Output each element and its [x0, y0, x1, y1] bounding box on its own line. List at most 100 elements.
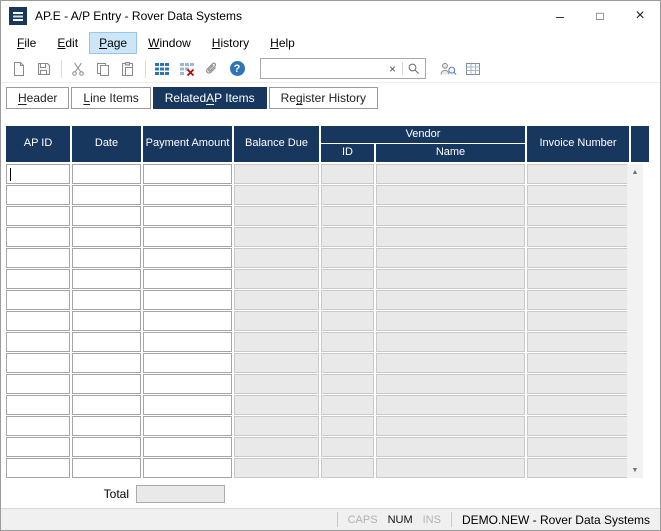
tab-strip: Header Line Items Related AP Items Regis… — [1, 85, 660, 109]
editable-cell[interactable] — [6, 248, 70, 268]
toolbar: ? × — [1, 55, 660, 83]
editable-cell[interactable] — [72, 290, 141, 310]
editable-cell[interactable] — [72, 374, 141, 394]
toolbar-separator — [61, 60, 62, 78]
editable-cell[interactable] — [72, 248, 141, 268]
editable-cell[interactable] — [6, 206, 70, 226]
editable-cell[interactable] — [72, 395, 141, 415]
editable-cell[interactable] — [143, 353, 232, 373]
col-header-balance-due: Balance Due — [234, 126, 319, 162]
editable-cell[interactable] — [6, 437, 70, 457]
editable-cell[interactable] — [143, 290, 232, 310]
editable-cell[interactable] — [143, 458, 232, 478]
total-field[interactable] — [136, 485, 225, 503]
table-row — [6, 353, 649, 373]
search-input[interactable] — [266, 61, 385, 77]
cut-icon[interactable] — [66, 58, 90, 80]
editable-cell[interactable] — [6, 227, 70, 247]
editable-cell[interactable] — [143, 248, 232, 268]
editable-cell[interactable] — [72, 353, 141, 373]
editable-cell[interactable] — [143, 395, 232, 415]
vertical-scrollbar[interactable]: ▲ ▼ — [627, 164, 643, 478]
scroll-down-icon[interactable]: ▼ — [627, 462, 643, 478]
menu-file[interactable]: File — [7, 32, 46, 54]
save-icon[interactable] — [32, 58, 56, 80]
new-document-icon[interactable] — [7, 58, 31, 80]
editable-cell[interactable] — [72, 437, 141, 457]
menu-window[interactable]: Window — [138, 32, 201, 54]
col-header-filler — [631, 126, 649, 162]
editable-cell[interactable] — [72, 332, 141, 352]
status-separator — [337, 512, 338, 527]
copy-icon[interactable] — [91, 58, 115, 80]
editable-cell[interactable] — [72, 206, 141, 226]
editable-cell[interactable] — [72, 164, 141, 184]
readonly-cell — [527, 353, 629, 373]
table-row — [6, 164, 649, 184]
editable-cell[interactable] — [143, 437, 232, 457]
tab-header[interactable]: Header — [6, 87, 69, 109]
menu-history[interactable]: History — [202, 32, 259, 54]
app-icon — [9, 7, 27, 25]
menu-edit[interactable]: Edit — [47, 32, 88, 54]
editable-cell[interactable] — [143, 332, 232, 352]
editable-cell[interactable] — [6, 185, 70, 205]
col-header-payment-amount: Payment Amount — [143, 126, 232, 162]
editable-cell[interactable] — [6, 416, 70, 436]
minimize-button[interactable]: – — [540, 1, 580, 31]
insert-row-icon[interactable] — [150, 58, 174, 80]
readonly-cell — [376, 164, 525, 184]
lookup-icon[interactable] — [436, 58, 460, 80]
grid-view-icon[interactable] — [461, 58, 485, 80]
delete-row-icon[interactable] — [175, 58, 199, 80]
editable-cell[interactable] — [72, 416, 141, 436]
menu-page[interactable]: Page — [89, 32, 137, 54]
editable-cell[interactable] — [6, 290, 70, 310]
close-button[interactable]: × — [620, 1, 660, 31]
col-header-ap-id: AP ID — [6, 126, 70, 162]
editable-cell[interactable] — [72, 311, 141, 331]
editable-cell[interactable] — [6, 269, 70, 289]
total-label: Total — [6, 487, 136, 501]
readonly-cell — [527, 248, 629, 268]
readonly-cell — [234, 164, 319, 184]
editable-cell[interactable] — [72, 227, 141, 247]
editable-cell[interactable] — [143, 185, 232, 205]
editable-cell[interactable] — [72, 458, 141, 478]
readonly-cell — [234, 248, 319, 268]
readonly-cell — [321, 248, 374, 268]
table-row — [6, 311, 649, 331]
editable-cell[interactable] — [72, 185, 141, 205]
paste-icon[interactable] — [116, 58, 140, 80]
editable-cell[interactable] — [143, 374, 232, 394]
tab-related-ap-items[interactable]: Related AP Items — [153, 87, 267, 109]
editable-cell[interactable] — [6, 311, 70, 331]
tab-line-items[interactable]: Line Items — [71, 87, 150, 109]
help-icon[interactable]: ? — [225, 58, 249, 80]
tab-register-history[interactable]: Register History — [269, 87, 378, 109]
editable-cell[interactable] — [143, 206, 232, 226]
search-icon[interactable] — [405, 62, 422, 75]
scroll-up-icon[interactable]: ▲ — [627, 164, 643, 180]
ins-indicator: INS — [423, 514, 441, 526]
readonly-cell — [527, 458, 629, 478]
editable-cell[interactable] — [143, 416, 232, 436]
editable-cell[interactable] — [143, 269, 232, 289]
editable-cell[interactable] — [143, 227, 232, 247]
editable-cell[interactable] — [143, 311, 232, 331]
editable-cell[interactable] — [6, 374, 70, 394]
attachment-icon[interactable] — [200, 58, 224, 80]
editable-cell[interactable] — [6, 332, 70, 352]
editable-cell[interactable] — [6, 164, 70, 184]
editable-cell[interactable] — [6, 395, 70, 415]
readonly-cell — [376, 227, 525, 247]
maximize-button[interactable]: □ — [580, 1, 620, 31]
clear-search-icon[interactable]: × — [385, 63, 400, 75]
editable-cell[interactable] — [143, 164, 232, 184]
editable-cell[interactable] — [72, 269, 141, 289]
readonly-cell — [321, 227, 374, 247]
editable-cell[interactable] — [6, 458, 70, 478]
menu-help[interactable]: Help — [260, 32, 305, 54]
title-bar[interactable]: AP.E - A/P Entry - Rover Data Systems – … — [1, 1, 660, 31]
editable-cell[interactable] — [6, 353, 70, 373]
